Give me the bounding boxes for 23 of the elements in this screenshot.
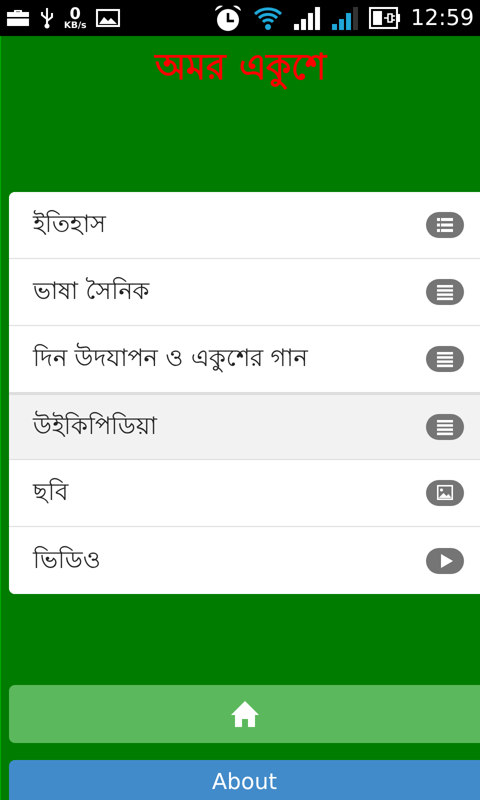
image-icon <box>426 480 464 506</box>
speed-value: 0 <box>70 6 81 22</box>
alarm-clock-icon <box>212 3 243 33</box>
menu-icon <box>426 346 464 372</box>
list-icon <box>426 212 464 238</box>
play-icon <box>426 548 464 574</box>
usb-icon <box>40 7 54 29</box>
wifi-icon <box>252 5 283 31</box>
home-button[interactable] <box>9 685 480 743</box>
signal-icon <box>292 5 321 31</box>
speed-unit: KB/s <box>64 22 86 30</box>
menu-item[interactable]: ইতিহাস <box>9 192 480 259</box>
menu-item[interactable]: উইকিপিডিয়া <box>9 393 480 460</box>
home-icon <box>230 700 260 728</box>
battery-charging-icon <box>368 7 401 29</box>
app-title: অমর একুশে <box>153 46 328 92</box>
menu-icon <box>426 279 464 305</box>
image-icon <box>96 9 120 27</box>
briefcase-icon <box>6 9 30 27</box>
menu-icon <box>426 414 464 440</box>
about-button[interactable]: About <box>9 760 480 800</box>
signal-icon <box>330 5 359 31</box>
clock-time: 12:59 <box>410 6 474 30</box>
